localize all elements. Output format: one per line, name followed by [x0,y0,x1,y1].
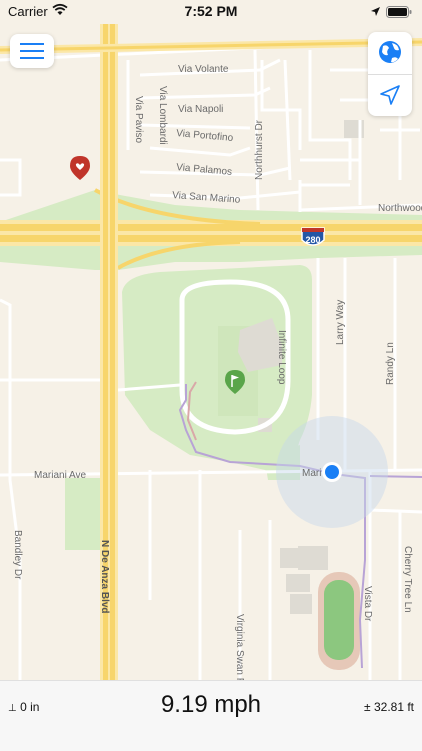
label-randy-ln: Randy Ln [385,342,396,385]
hamburger-menu-icon [20,43,44,59]
locate-me-button[interactable] [368,75,412,116]
label-cherry-tree-ln: Cherry Tree Ln [402,546,413,613]
map-controls [368,32,412,116]
label-vista-dr: Vista Dr [362,586,373,622]
location-arrow-icon [380,85,400,105]
svg-text:280: 280 [305,235,320,245]
menu-button[interactable] [10,34,54,68]
label-n-de-anza-blvd: N De Anza Blvd [99,540,110,614]
globe-icon [379,41,401,63]
location-services-icon [370,4,381,20]
label-virginia-swan-pl: Virginia Swan Pl [234,614,245,687]
clock: 7:52 PM [184,3,238,19]
label-via-paviso: Via Paviso [133,96,144,144]
speed-value: 9.19 mph [160,691,262,718]
status-bar: Carrier 7:52 PM [0,0,422,24]
label-northwood: Northwood [378,203,422,214]
user-location-dot [322,462,342,482]
label-larry-way: Larry Way [335,300,346,345]
label-via-napoli: Via Napoli [178,104,223,115]
label-via-volante: Via Volante [178,64,229,75]
map-view[interactable]: 280 Via Volante Via Lombardi Via Napoli … [0,0,422,750]
i280-shield-icon: 280 [301,227,325,246]
stats-bar: ⊥ 0 in 9.19 mph ± 32.81 ft [0,680,422,751]
label-infinite-loop: Infinite Loop [276,330,287,385]
accuracy-value: ± 32.81 ft [364,700,414,714]
label-bandley-dr: Bandley Dr [12,530,23,580]
map-type-button[interactable] [368,32,412,74]
label-northhurst-dr: Northhurst Dr [254,119,265,180]
label-via-lombardi: Via Lombardi [157,86,168,145]
battery-icon [386,5,412,21]
label-mariani-ave: Mariani Ave [34,470,87,481]
label-mari: Mari [302,468,321,479]
